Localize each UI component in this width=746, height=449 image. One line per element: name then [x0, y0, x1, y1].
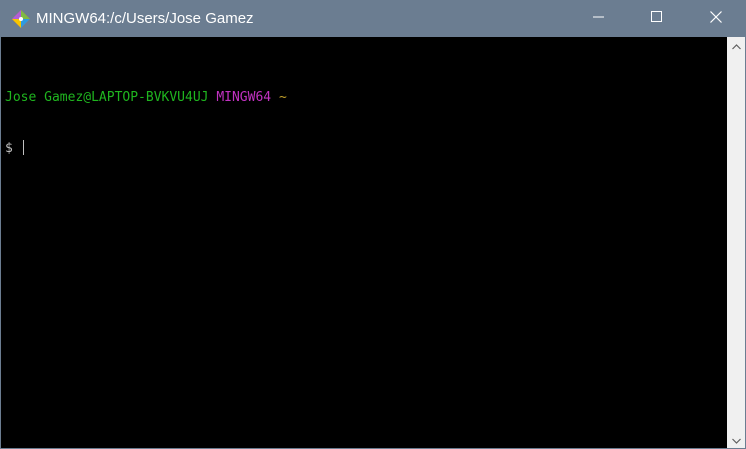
- environment-label: MINGW64: [216, 90, 272, 105]
- prompt-header-line: Jose Gamez@LAPTOP-BVKVU4UJ MINGW64 ~: [5, 89, 727, 106]
- user-host: Jose Gamez@LAPTOP-BVKVU4UJ: [5, 90, 209, 105]
- close-button[interactable]: [687, 1, 745, 37]
- scroll-up-button[interactable]: [727, 37, 745, 54]
- terminal-window: MINGW64:/c/Users/Jose Gamez Jose Gamez@L…: [0, 0, 746, 449]
- terminal-output[interactable]: Jose Gamez@LAPTOP-BVKVU4UJ MINGW64 ~ $: [1, 37, 727, 448]
- prompt-symbol: $: [5, 141, 13, 156]
- minimize-button[interactable]: [570, 1, 628, 37]
- chevron-up-icon: [731, 37, 741, 55]
- git-bash-icon: [11, 9, 31, 29]
- close-icon: [710, 10, 722, 28]
- input-line[interactable]: $: [5, 140, 727, 157]
- chevron-down-icon: [731, 431, 741, 449]
- maximize-button[interactable]: [628, 1, 686, 37]
- window-title: MINGW64:/c/Users/Jose Gamez: [36, 10, 254, 27]
- current-directory: ~: [278, 90, 287, 105]
- minimize-icon: [593, 10, 605, 28]
- text-cursor: [22, 140, 24, 155]
- title-bar[interactable]: MINGW64:/c/Users/Jose Gamez: [1, 1, 745, 37]
- vertical-scrollbar[interactable]: [727, 37, 745, 448]
- scroll-down-button[interactable]: [727, 431, 745, 448]
- maximize-icon: [651, 10, 663, 28]
